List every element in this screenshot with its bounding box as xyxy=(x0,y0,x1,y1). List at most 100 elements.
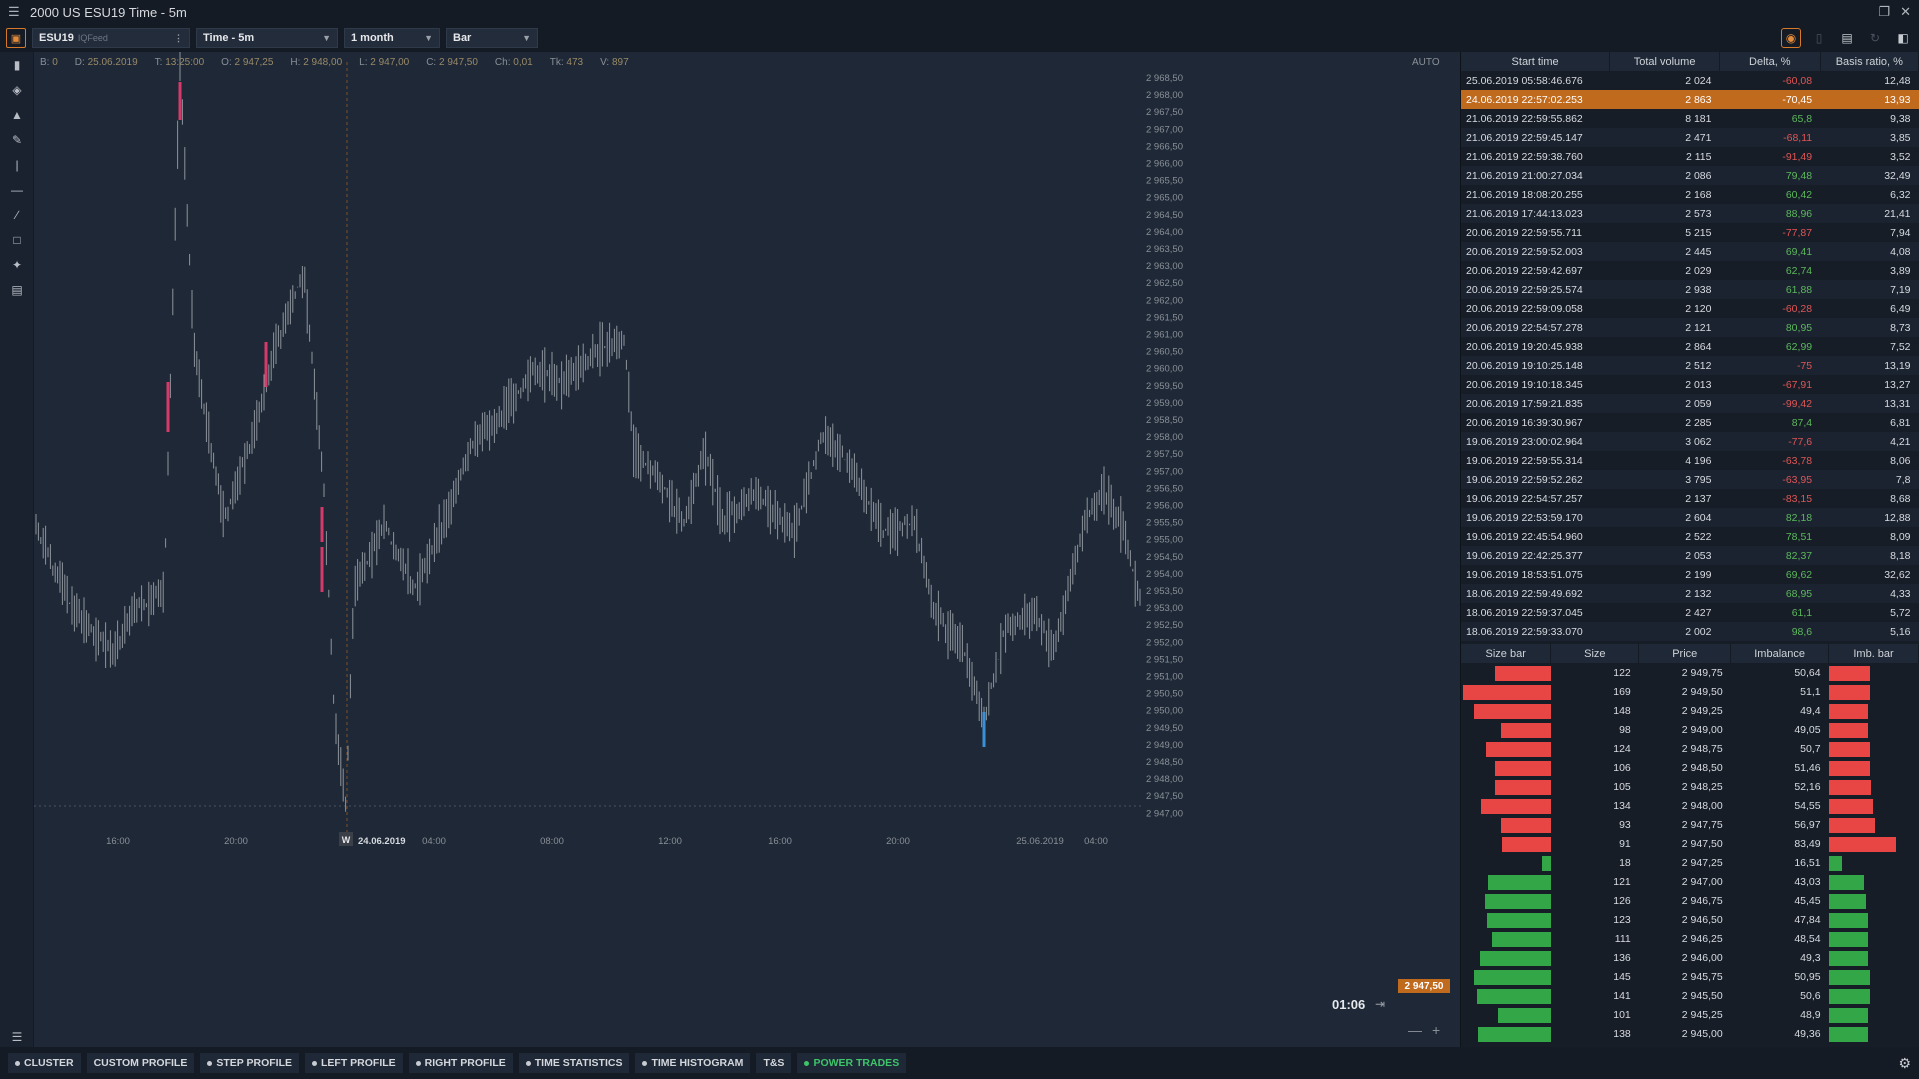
alert-icon[interactable]: ▲ xyxy=(0,102,34,127)
table-row[interactable]: 20.06.2019 22:59:09.058 2 120 -60,28 6,49 xyxy=(1461,299,1919,318)
depth-header-3[interactable]: Imbalance xyxy=(1730,644,1830,663)
tab-left-profile[interactable]: LEFT PROFILE xyxy=(304,1053,403,1073)
trades-header-1[interactable]: Total volume xyxy=(1609,52,1720,71)
list-icon[interactable]: ☰ xyxy=(0,1024,34,1049)
price-chart[interactable]: 2 968,50 2 968,00 2 967,50 2 967,00 2 966,50… xyxy=(34,43,1390,1047)
zoom-in-icon[interactable]: + xyxy=(1432,1022,1440,1038)
auto-scale-toggle[interactable]: AUTO xyxy=(1412,57,1440,68)
table-row[interactable]: 169 2 949,50 51,1 xyxy=(1461,682,1919,701)
chat-icon[interactable]: ◉ xyxy=(1781,28,1801,48)
tab-cluster[interactable]: CLUSTER xyxy=(8,1053,81,1073)
close-icon[interactable]: ✕ xyxy=(1900,4,1911,20)
table-row[interactable]: 19.06.2019 18:53:51.075 2 199 69,62 32,62 xyxy=(1461,565,1919,584)
tab-power-trades[interactable]: POWER TRADES xyxy=(797,1053,907,1073)
indicators-icon[interactable]: ▮ xyxy=(0,52,34,77)
table-row[interactable]: 21.06.2019 22:59:45.147 2 471 -68,11 3,85 xyxy=(1461,128,1919,147)
table-row[interactable]: 18.06.2019 22:59:37.045 2 427 61,1 5,72 xyxy=(1461,603,1919,622)
depth-header-4[interactable]: Imb. bar xyxy=(1828,644,1919,663)
table-row[interactable]: 19.06.2019 23:00:02.964 3 062 -77,6 4,21 xyxy=(1461,432,1919,451)
side-panel-icon[interactable]: ◧ xyxy=(1893,28,1913,48)
table-row[interactable]: 20.06.2019 22:54:57.278 2 121 80,95 8,73 xyxy=(1461,318,1919,337)
depth-header-1[interactable]: Size xyxy=(1550,644,1640,663)
tab-t-s[interactable]: T&S xyxy=(756,1053,792,1073)
pencil-icon[interactable]: ✎ xyxy=(0,127,34,152)
trend-line-icon[interactable]: ∕ xyxy=(0,202,34,227)
trades-header-2[interactable]: Delta, % xyxy=(1719,52,1821,71)
table-row[interactable]: 91 2 947,50 83,49 xyxy=(1461,834,1919,853)
table-row[interactable]: 20.06.2019 19:10:25.148 2 512 -75 13,19 xyxy=(1461,356,1919,375)
horizontal-line-icon[interactable]: — xyxy=(0,177,34,202)
table-row[interactable]: 18.06.2019 22:59:49.692 2 132 68,95 4,33 xyxy=(1461,584,1919,603)
table-row[interactable]: 101 2 945,25 48,9 xyxy=(1461,1005,1919,1024)
tab-custom-profile[interactable]: CUSTOM PROFILE xyxy=(86,1053,195,1073)
table-row[interactable]: 136 2 946,00 49,3 xyxy=(1461,948,1919,967)
hamburger-icon[interactable]: ☰ xyxy=(8,4,22,20)
table-row[interactable]: 106 2 948,50 51,46 xyxy=(1461,758,1919,777)
rectangle-icon[interactable]: □ xyxy=(0,227,34,252)
settings-gear-icon[interactable]: ⚙ xyxy=(1898,1055,1911,1072)
restore-icon[interactable]: ❐ xyxy=(1878,4,1890,20)
tab-time-histogram[interactable]: TIME HISTOGRAM xyxy=(635,1053,751,1073)
trades-cell: 21.06.2019 21:00:27.034 xyxy=(1461,166,1610,185)
table-row[interactable]: 20.06.2019 22:59:42.697 2 029 62,74 3,89 xyxy=(1461,261,1919,280)
table-row[interactable]: 111 2 946,25 48,54 xyxy=(1461,929,1919,948)
timeframe-select[interactable]: Time - 5m ▼ xyxy=(196,28,338,48)
table-row[interactable]: 134 2 948,00 54,55 xyxy=(1461,796,1919,815)
depth-header-0[interactable]: Size bar xyxy=(1461,644,1552,663)
chart-type-select[interactable]: Bar ▼ xyxy=(446,28,538,48)
table-row[interactable]: 123 2 946,50 47,84 xyxy=(1461,910,1919,929)
table-row[interactable]: 19.06.2019 22:59:55.314 4 196 -63,78 8,06 xyxy=(1461,451,1919,470)
table-row[interactable]: 121 2 947,00 43,03 xyxy=(1461,872,1919,891)
table-row[interactable]: 148 2 949,25 49,4 xyxy=(1461,701,1919,720)
table-row[interactable]: 93 2 947,75 56,97 xyxy=(1461,815,1919,834)
refresh-icon[interactable]: ↻ xyxy=(1865,28,1885,48)
table-row[interactable]: 18 2 947,25 16,51 xyxy=(1461,853,1919,872)
table-row[interactable]: 19.06.2019 22:54:57.257 2 137 -83,15 8,68 xyxy=(1461,489,1919,508)
table-row[interactable]: 20.06.2019 17:59:21.835 2 059 -99,42 13,31 xyxy=(1461,394,1919,413)
table-row[interactable]: 21.06.2019 22:59:38.760 2 115 -91,49 3,52 xyxy=(1461,147,1919,166)
table-row[interactable]: 98 2 949,00 49,05 xyxy=(1461,720,1919,739)
symbol-selector[interactable]: ESU19 IQFeed ⋮ xyxy=(32,28,190,48)
magic-wand-icon[interactable]: ✦ xyxy=(0,252,34,277)
table-row[interactable]: 21.06.2019 18:08:20.255 2 168 60,42 6,32 xyxy=(1461,185,1919,204)
tab-right-profile[interactable]: RIGHT PROFILE xyxy=(408,1053,513,1073)
zoom-out-icon[interactable]: — xyxy=(1408,1022,1422,1038)
table-row[interactable]: 24.06.2019 22:57:02.253 2 863 -70,45 13,93 xyxy=(1461,90,1919,109)
table-row[interactable]: 20.06.2019 19:10:18.345 2 013 -67,91 13,27 xyxy=(1461,375,1919,394)
more-icon[interactable]: ⋮ xyxy=(174,33,183,44)
table-row[interactable]: 138 2 945,00 49,36 xyxy=(1461,1024,1919,1043)
template-icon[interactable]: ▤ xyxy=(0,277,34,302)
table-row[interactable]: 19.06.2019 22:59:52.262 3 795 -63,95 7,8 xyxy=(1461,470,1919,489)
scroll-to-end-icon[interactable]: ⇥ xyxy=(1375,997,1385,1011)
table-row[interactable]: 145 2 945,75 50,95 xyxy=(1461,967,1919,986)
layers-icon[interactable]: ◈ xyxy=(0,77,34,102)
table-row[interactable]: 20.06.2019 16:39:30.967 2 285 87,4 6,81 xyxy=(1461,413,1919,432)
table-row[interactable]: 20.06.2019 22:59:52.003 2 445 69,41 4,08 xyxy=(1461,242,1919,261)
tab-time-statistics[interactable]: TIME STATISTICS xyxy=(518,1053,630,1073)
table-row[interactable]: 19.06.2019 22:45:54.960 2 522 78,51 8,09 xyxy=(1461,527,1919,546)
table-row[interactable]: 20.06.2019 22:59:25.574 2 938 61,88 7,19 xyxy=(1461,280,1919,299)
table-row[interactable]: 21.06.2019 22:59:55.862 8 181 65,8 9,38 xyxy=(1461,109,1919,128)
table-row[interactable]: 19.06.2019 22:53:59.170 2 604 82,18 12,88 xyxy=(1461,508,1919,527)
vertical-line-icon[interactable]: | xyxy=(0,152,34,177)
table-row[interactable]: 18.06.2019 22:59:33.070 2 002 98,6 5,16 xyxy=(1461,622,1919,641)
trash-icon[interactable]: ▯ xyxy=(1809,28,1829,48)
panel-toggle-icon[interactable]: ▣ xyxy=(6,28,26,48)
table-row[interactable]: 122 2 949,75 50,64 xyxy=(1461,663,1919,682)
table-row[interactable]: 141 2 945,50 50,6 xyxy=(1461,986,1919,1005)
period-select[interactable]: 1 month ▼ xyxy=(344,28,440,48)
table-row[interactable]: 19.06.2019 22:42:25.377 2 053 82,37 8,18 xyxy=(1461,546,1919,565)
trades-header-0[interactable]: Start time xyxy=(1461,52,1611,71)
depth-header-2[interactable]: Price xyxy=(1638,644,1732,663)
table-row[interactable]: 21.06.2019 17:44:13.023 2 573 88,96 21,41 xyxy=(1461,204,1919,223)
table-row[interactable]: 124 2 948,75 50,7 xyxy=(1461,739,1919,758)
tab-step-profile[interactable]: STEP PROFILE xyxy=(200,1053,299,1073)
table-row[interactable]: 20.06.2019 19:20:45.938 2 864 62,99 7,52 xyxy=(1461,337,1919,356)
table-row[interactable]: 25.06.2019 05:58:46.676 2 024 -60,08 12,48 xyxy=(1461,71,1919,90)
calendar-icon[interactable]: ▤ xyxy=(1837,28,1857,48)
table-row[interactable]: 21.06.2019 21:00:27.034 2 086 79,48 32,49 xyxy=(1461,166,1919,185)
table-row[interactable]: 105 2 948,25 52,16 xyxy=(1461,777,1919,796)
table-row[interactable]: 126 2 946,75 45,45 xyxy=(1461,891,1919,910)
table-row[interactable]: 20.06.2019 22:59:55.711 5 215 -77,87 7,94 xyxy=(1461,223,1919,242)
trades-header-3[interactable]: Basis ratio, % xyxy=(1820,52,1919,71)
